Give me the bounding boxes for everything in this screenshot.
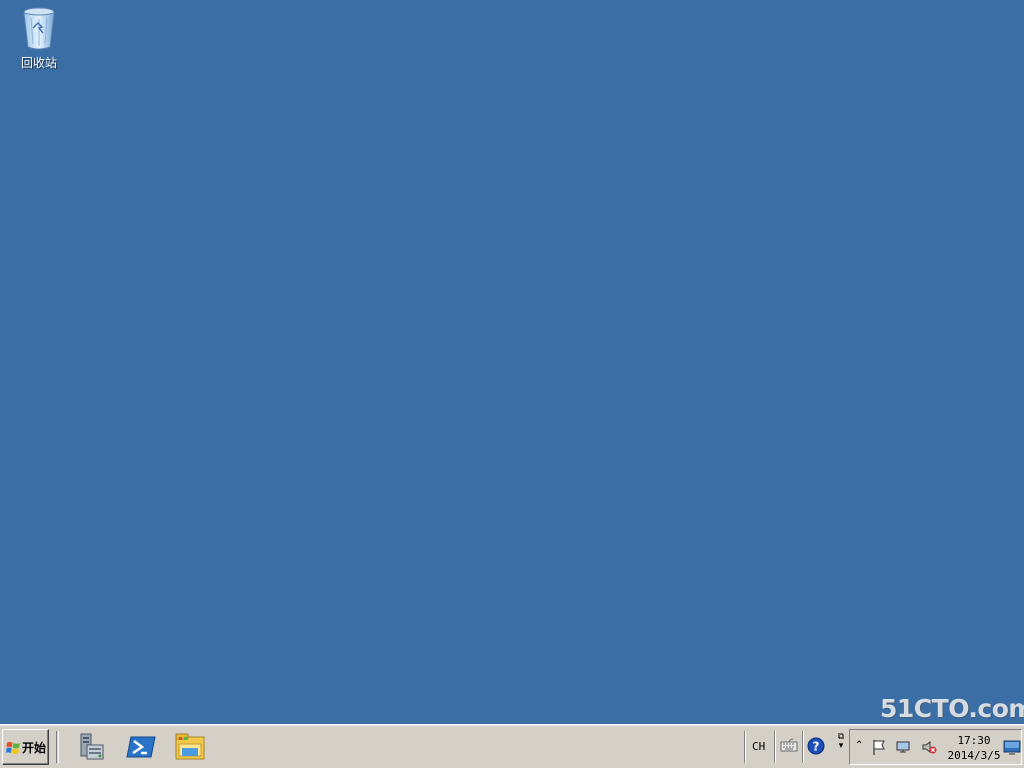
tray-keyboard[interactable] bbox=[780, 737, 798, 755]
help-icon: ? bbox=[807, 737, 825, 755]
network-icon bbox=[896, 741, 910, 753]
quick-launch-file-explorer[interactable] bbox=[173, 730, 207, 764]
show-hidden-icons-chevron-icon[interactable]: ⌃ bbox=[855, 740, 863, 751]
tray-separator bbox=[744, 731, 746, 763]
clock-date: 2014/3/5 bbox=[947, 749, 1001, 762]
quick-launch-powershell[interactable] bbox=[124, 730, 158, 764]
notification-area: ⌃ 17:30 2014/3/5 bbox=[849, 729, 1022, 765]
windows-logo-icon bbox=[6, 741, 21, 754]
svg-text:?: ? bbox=[813, 740, 820, 754]
tray-network[interactable] bbox=[894, 738, 912, 756]
server-manager-icon bbox=[80, 733, 104, 760]
quick-launch-server-manager[interactable] bbox=[74, 730, 108, 764]
desktop[interactable]: 回收站 bbox=[0, 0, 1024, 724]
taskbar-separator bbox=[56, 731, 59, 763]
flag-icon bbox=[873, 740, 885, 755]
show-desktop-icon bbox=[1003, 740, 1021, 755]
taskbar: 开始 CH ? ⧉ ▾ ⌃ 17:30 2014/3/5 bbox=[0, 724, 1024, 768]
clock[interactable]: 17:30 2014/3/5 bbox=[946, 733, 1002, 763]
powershell-icon bbox=[126, 736, 156, 758]
tray-separator bbox=[802, 731, 804, 763]
volume-icon bbox=[922, 741, 937, 754]
tray-help[interactable]: ? bbox=[807, 737, 825, 755]
keyboard-icon bbox=[780, 738, 798, 752]
arrow-down-icon: ▾ bbox=[838, 741, 844, 751]
tray-action-center[interactable] bbox=[870, 738, 888, 756]
tray-volume[interactable] bbox=[920, 738, 938, 756]
start-button[interactable]: 开始 bbox=[2, 729, 49, 765]
show-desktop-button[interactable] bbox=[1003, 738, 1021, 756]
tray-separator bbox=[774, 731, 776, 763]
tray-scroll-arrows[interactable]: ⧉ ▾ bbox=[836, 733, 846, 761]
start-label: 开始 bbox=[22, 740, 47, 755]
desktop-icon-recycle-bin[interactable]: 回收站 bbox=[10, 6, 68, 76]
language-indicator[interactable]: CH bbox=[752, 740, 765, 753]
desktop-icon-label: 回收站 bbox=[20, 56, 57, 70]
recycle-bin-icon bbox=[23, 7, 55, 50]
file-explorer-icon bbox=[175, 733, 205, 760]
clock-time: 17:30 bbox=[957, 734, 991, 747]
